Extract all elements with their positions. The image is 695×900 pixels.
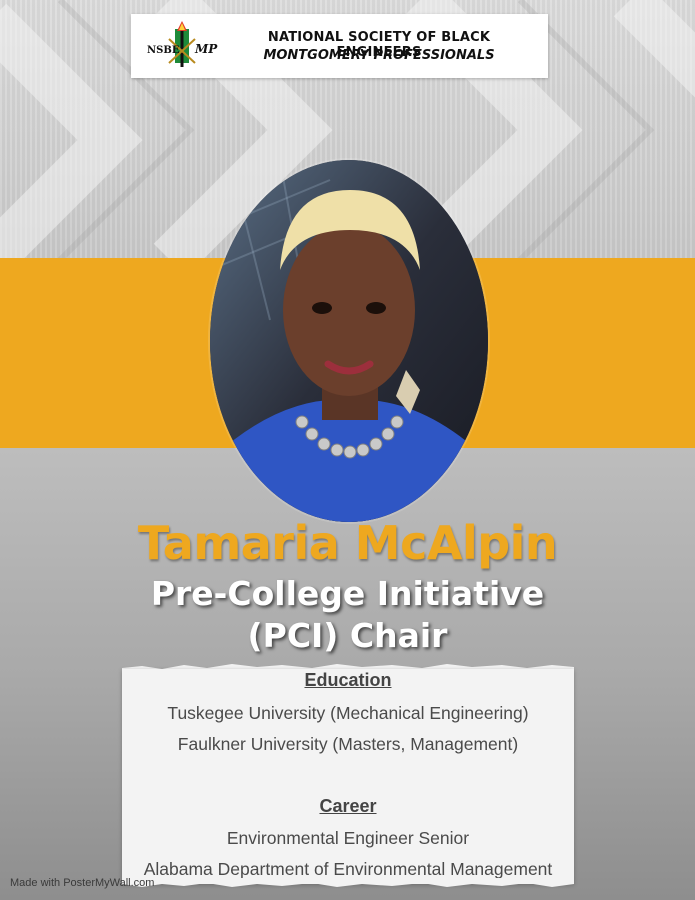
header-banner: NSBE MP NATIONAL SOCIETY OF BLACK ENGINE… [131, 14, 548, 78]
portrait-illustration [210, 160, 488, 522]
career-heading: Career [319, 796, 377, 816]
education-item: Tuskegee University (Mechanical Engineer… [167, 703, 529, 723]
poster: NSBE MP NATIONAL SOCIETY OF BLACK ENGINE… [0, 0, 695, 900]
org-name-line2: MONTGOMERY PROFESSIONALS [263, 48, 495, 63]
svg-text:NSBE: NSBE [147, 45, 180, 56]
career-item: Alabama Department of Environmental Mana… [143, 859, 553, 879]
nsbe-torch-logo-icon: NSBE MP [147, 21, 218, 67]
person-name: Tamaria McAlpin [137, 516, 558, 570]
torn-edge-bottom [122, 878, 574, 887]
education-item: Faulkner University (Masters, Management… [177, 734, 519, 754]
role-title-line1: Pre-College Initiative [150, 574, 545, 613]
profile-photo [210, 160, 488, 522]
svg-text:MP: MP [194, 42, 218, 56]
info-card: Education Tuskegee University (Mechanica… [122, 669, 574, 884]
watermark-link[interactable]: Made with PosterMyWall.com [10, 877, 154, 889]
role-title-line2: (PCI) Chair [247, 616, 448, 655]
career-item: Environmental Engineer Senior [226, 828, 470, 848]
education-heading: Education [304, 670, 392, 690]
